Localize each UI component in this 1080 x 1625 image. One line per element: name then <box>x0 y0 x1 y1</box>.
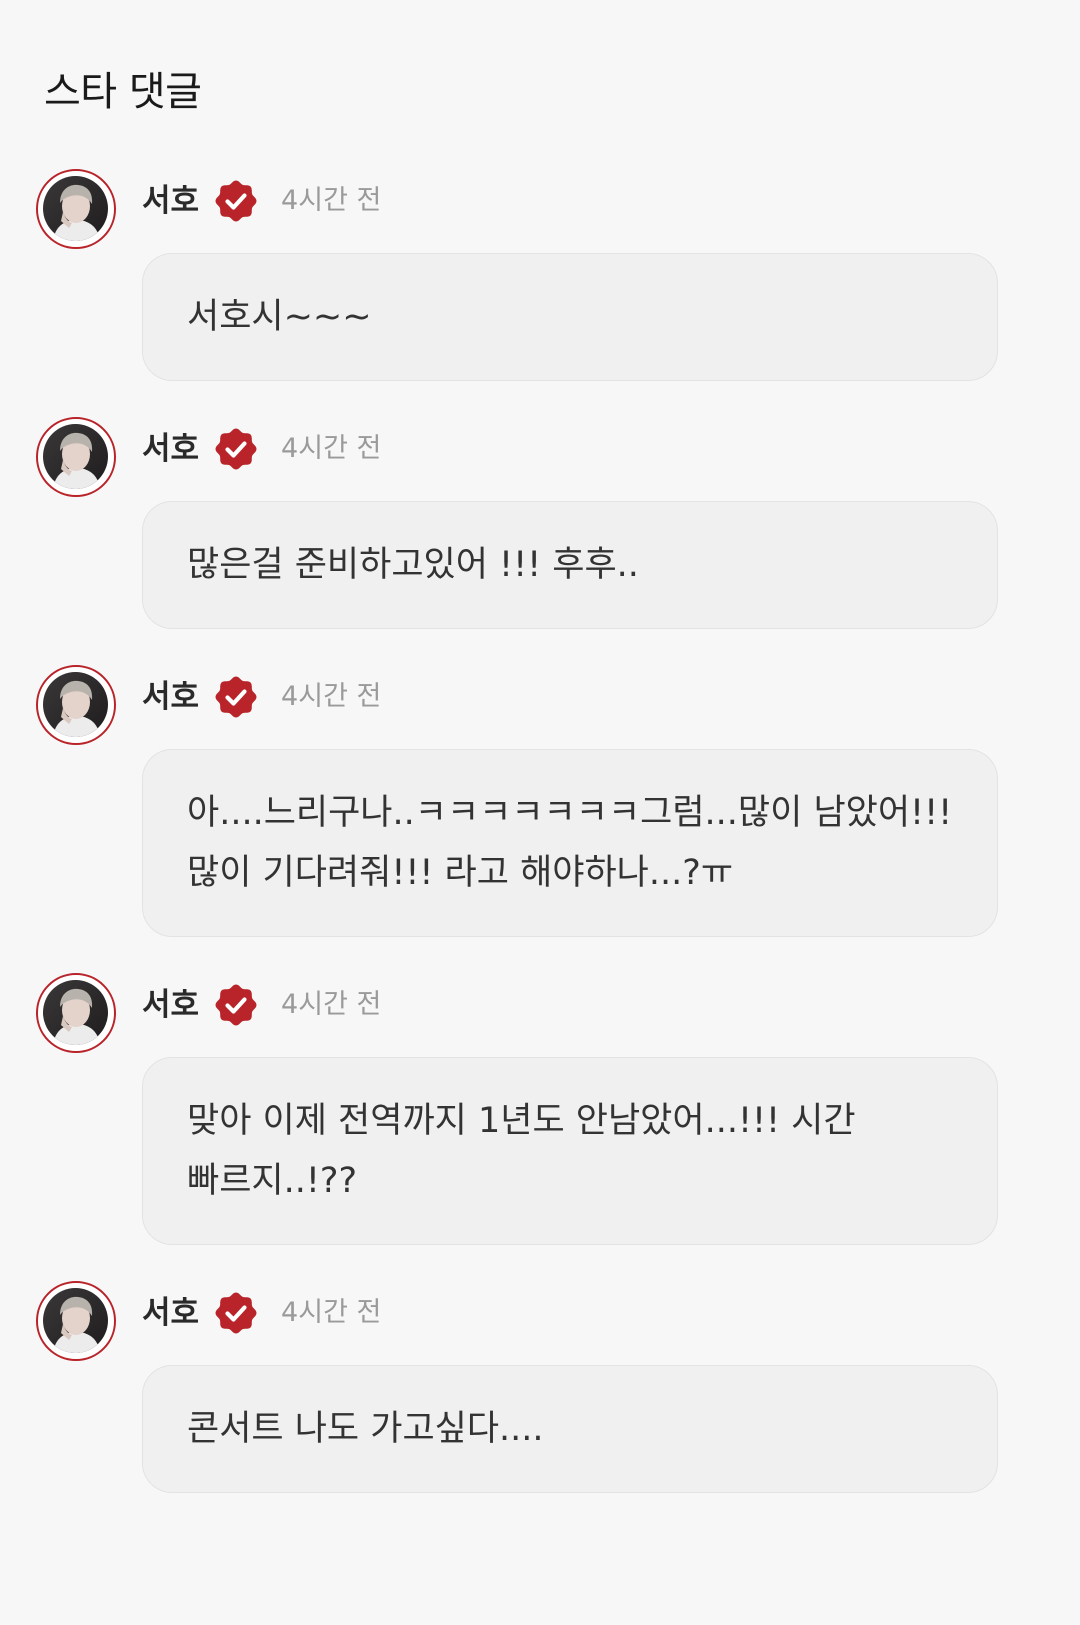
author-name[interactable]: 서호 <box>142 181 199 221</box>
comment-meta: 서호 4시간 전 <box>142 428 382 470</box>
avatar[interactable] <box>36 973 116 1053</box>
verified-badge-icon <box>215 428 257 470</box>
timestamp: 4시간 전 <box>281 1297 382 1328</box>
page-title: 스타 댓글 <box>44 69 202 115</box>
comment-meta: 서호 4시간 전 <box>142 1292 382 1334</box>
comment-meta: 서호 4시간 전 <box>142 676 382 718</box>
avatar-photo <box>43 176 108 241</box>
verified-badge-icon <box>215 676 257 718</box>
avatar-photo <box>43 424 108 489</box>
comment-text: 서호시~~~ <box>187 297 372 337</box>
author-name[interactable]: 서호 <box>142 1293 199 1333</box>
verified-badge-icon <box>215 180 257 222</box>
comment-text: 많은걸 준비하고있어 !!! 후후.. <box>187 545 639 585</box>
author-name[interactable]: 서호 <box>142 677 199 717</box>
verified-badge-icon <box>215 984 257 1026</box>
author-name[interactable]: 서호 <box>142 429 199 469</box>
comment-text: 맞아 이제 전역까지 1년도 안남았어...!!! 시간 빠르지..!?? <box>187 1101 856 1201</box>
comment-bubble: 많은걸 준비하고있어 !!! 후후.. <box>142 501 998 629</box>
author-name[interactable]: 서호 <box>142 985 199 1025</box>
verified-badge-icon <box>215 1292 257 1334</box>
comment-bubble: 콘서트 나도 가고싶다.... <box>142 1365 998 1493</box>
comment-bubble: 아....느리구나..ㅋㅋㅋㅋㅋㅋㅋ그럼...많이 남았어!!! 많이 기다려줘… <box>142 749 998 937</box>
avatar[interactable] <box>36 417 116 497</box>
avatar[interactable] <box>36 169 116 249</box>
avatar[interactable] <box>36 1281 116 1361</box>
avatar[interactable] <box>36 665 116 745</box>
timestamp: 4시간 전 <box>281 681 382 712</box>
comment-bubble: 맞아 이제 전역까지 1년도 안남았어...!!! 시간 빠르지..!?? <box>142 1057 998 1245</box>
timestamp: 4시간 전 <box>281 989 382 1020</box>
comment-text: 아....느리구나..ㅋㅋㅋㅋㅋㅋㅋ그럼...많이 남았어!!! 많이 기다려줘… <box>187 793 953 893</box>
avatar-photo <box>43 672 108 737</box>
avatar-photo <box>43 1288 108 1353</box>
comment-bubble: 서호시~~~ <box>142 253 998 381</box>
comment-text: 콘서트 나도 가고싶다.... <box>187 1409 544 1449</box>
comment-meta: 서호 4시간 전 <box>142 984 382 1026</box>
timestamp: 4시간 전 <box>281 433 382 464</box>
avatar-photo <box>43 980 108 1045</box>
timestamp: 4시간 전 <box>281 185 382 216</box>
comment-meta: 서호 4시간 전 <box>142 180 382 222</box>
